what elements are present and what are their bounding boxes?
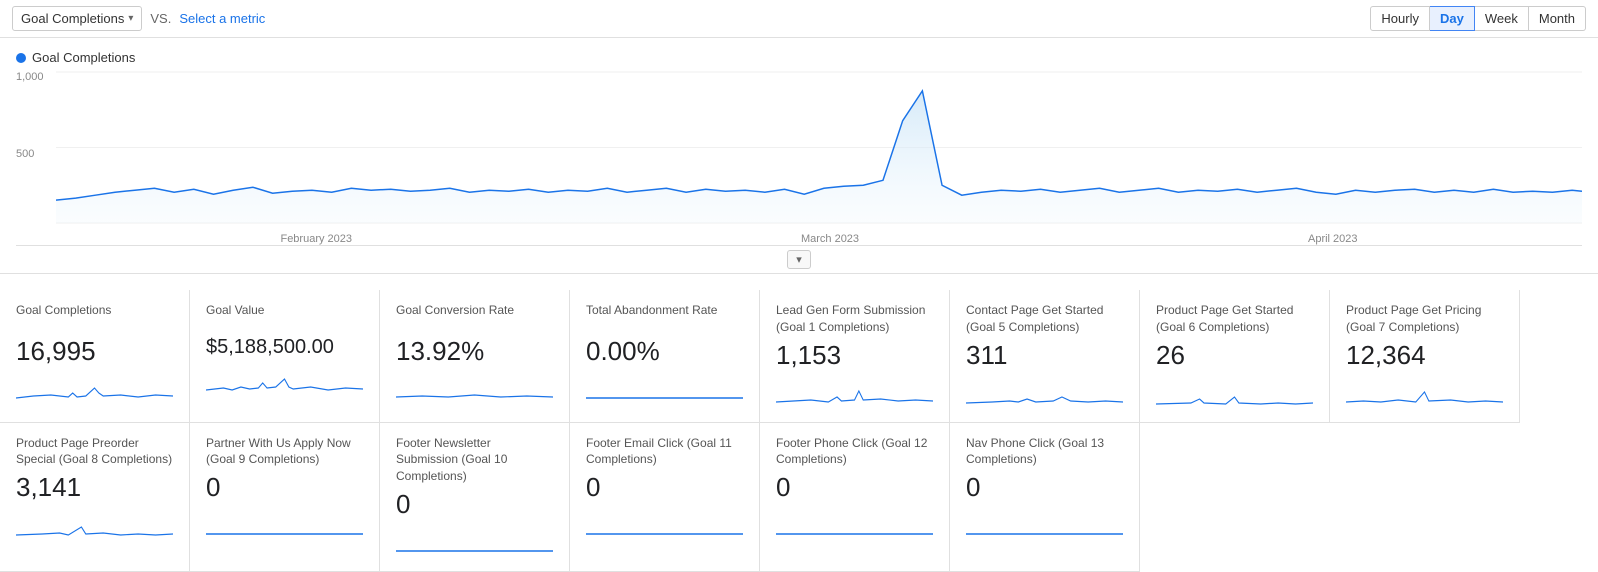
mini-chart-6 <box>1156 377 1313 407</box>
metric-title-4: Lead Gen Form Submission (Goal 1 Complet… <box>776 302 933 336</box>
mini-chart-5 <box>966 377 1123 407</box>
x-label-apr: April 2023 <box>1308 233 1358 245</box>
time-btn-week[interactable]: Week <box>1475 6 1529 31</box>
metric-card-nav-phone: Nav Phone Click (Goal 13 Completions) 0 <box>950 423 1140 572</box>
metric-title-7: Product Page Get Pricing (Goal 7 Complet… <box>1346 302 1503 336</box>
y-axis-mid: 500 <box>16 148 56 160</box>
metric-value-4: 1,153 <box>776 340 933 371</box>
chart-expand-button[interactable]: ▾ <box>787 250 811 269</box>
time-btn-hourly[interactable]: Hourly <box>1370 6 1430 31</box>
y-axis-labels: 1,000 500 <box>16 71 56 225</box>
metric-card-conversion-rate: Goal Conversion Rate 13.92% <box>380 290 570 423</box>
toolbar: Goal Completions ▾ VS. Select a metric H… <box>0 0 1598 38</box>
mini-chart-r2-1 <box>206 509 363 539</box>
metric-title-1: Goal Value <box>206 302 363 332</box>
chart-divider: ▾ <box>16 246 1582 273</box>
metric-dropdown[interactable]: Goal Completions ▾ <box>12 6 142 31</box>
mini-chart-2 <box>396 373 553 403</box>
time-btn-month[interactable]: Month <box>1529 6 1586 31</box>
toolbar-left: Goal Completions ▾ VS. Select a metric <box>12 6 265 31</box>
chart-container: 1,000 500 Februar <box>16 71 1582 246</box>
metric-card-footer-email: Footer Email Click (Goal 11 Completions)… <box>570 423 760 572</box>
mini-chart-4 <box>776 377 933 407</box>
legend-label: Goal Completions <box>32 50 135 65</box>
x-label-mar: March 2023 <box>801 233 859 245</box>
metric-title-3: Total Abandonment Rate <box>586 302 743 332</box>
metric-value-1: $5,188,500.00 <box>206 336 363 359</box>
metric-title-2: Goal Conversion Rate <box>396 302 553 332</box>
metric-card-footer-newsletter: Footer Newsletter Submission (Goal 10 Co… <box>380 423 570 572</box>
dropdown-arrow-icon: ▾ <box>128 13 133 24</box>
mini-chart-7 <box>1346 377 1503 407</box>
y-axis-top: 1,000 <box>16 71 56 83</box>
metric-value-7: 12,364 <box>1346 340 1503 371</box>
metric-card-contact-page: Contact Page Get Started (Goal 5 Complet… <box>950 290 1140 423</box>
metric-value-r2-4: 0 <box>776 472 933 503</box>
mini-chart-3 <box>586 373 743 403</box>
x-axis-labels: February 2023 March 2023 April 2023 <box>56 233 1582 245</box>
metric-card-product-page-pricing: Product Page Get Pricing (Goal 7 Complet… <box>1330 290 1520 423</box>
metric-value-5: 311 <box>966 340 1123 371</box>
metrics-grid: Goal Completions 16,995 Goal Value $5,18… <box>0 273 1598 572</box>
metric-card-product-page-started: Product Page Get Started (Goal 6 Complet… <box>1140 290 1330 423</box>
metric-value-r2-3: 0 <box>586 472 743 503</box>
metric-card-partner: Partner With Us Apply Now (Goal 9 Comple… <box>190 423 380 572</box>
chart-svg <box>56 71 1582 225</box>
metric-title-r2-3: Footer Email Click (Goal 11 Completions) <box>586 435 743 469</box>
x-label-feb: February 2023 <box>280 233 352 245</box>
metric-title-r2-2: Footer Newsletter Submission (Goal 10 Co… <box>396 435 553 485</box>
metric-title-6: Product Page Get Started (Goal 6 Complet… <box>1156 302 1313 336</box>
metric-card-goal-value: Goal Value $5,188,500.00 <box>190 290 380 423</box>
metric-dropdown-label: Goal Completions <box>21 11 124 26</box>
mini-chart-r2-0 <box>16 509 173 539</box>
chart-legend: Goal Completions <box>16 50 1582 65</box>
metric-title-5: Contact Page Get Started (Goal 5 Complet… <box>966 302 1123 336</box>
metric-card-preorder: Product Page Preorder Special (Goal 8 Co… <box>0 423 190 572</box>
metric-title-0: Goal Completions <box>16 302 173 332</box>
chart-area: Goal Completions 1,000 500 <box>0 38 1598 273</box>
mini-chart-r2-2 <box>396 526 553 556</box>
metric-card-lead-gen: Lead Gen Form Submission (Goal 1 Complet… <box>760 290 950 423</box>
metric-card-footer-phone: Footer Phone Click (Goal 12 Completions)… <box>760 423 950 572</box>
mini-chart-0 <box>16 373 173 403</box>
mini-chart-r2-5 <box>966 509 1123 539</box>
metric-title-r2-4: Footer Phone Click (Goal 12 Completions) <box>776 435 933 469</box>
select-metric-link[interactable]: Select a metric <box>179 11 265 26</box>
metric-title-r2-5: Nav Phone Click (Goal 13 Completions) <box>966 435 1123 469</box>
time-btn-day[interactable]: Day <box>1430 6 1475 31</box>
time-buttons-group: Hourly Day Week Month <box>1370 6 1586 31</box>
metric-value-r2-5: 0 <box>966 472 1123 503</box>
legend-dot-icon <box>16 53 26 63</box>
mini-chart-r2-4 <box>776 509 933 539</box>
metric-value-r2-2: 0 <box>396 489 553 520</box>
metric-value-2: 13.92% <box>396 336 553 367</box>
metric-title-r2-1: Partner With Us Apply Now (Goal 9 Comple… <box>206 435 363 469</box>
metric-value-3: 0.00% <box>586 336 743 367</box>
metric-value-6: 26 <box>1156 340 1313 371</box>
mini-chart-1 <box>206 365 363 395</box>
metric-value-r2-1: 0 <box>206 472 363 503</box>
metric-card-abandonment-rate: Total Abandonment Rate 0.00% <box>570 290 760 423</box>
metric-card-goal-completions: Goal Completions 16,995 <box>0 290 190 423</box>
metric-value-r2-0: 3,141 <box>16 472 173 503</box>
vs-label: VS. <box>150 11 171 26</box>
metric-value-0: 16,995 <box>16 336 173 367</box>
metric-title-r2-0: Product Page Preorder Special (Goal 8 Co… <box>16 435 173 469</box>
mini-chart-r2-3 <box>586 509 743 539</box>
